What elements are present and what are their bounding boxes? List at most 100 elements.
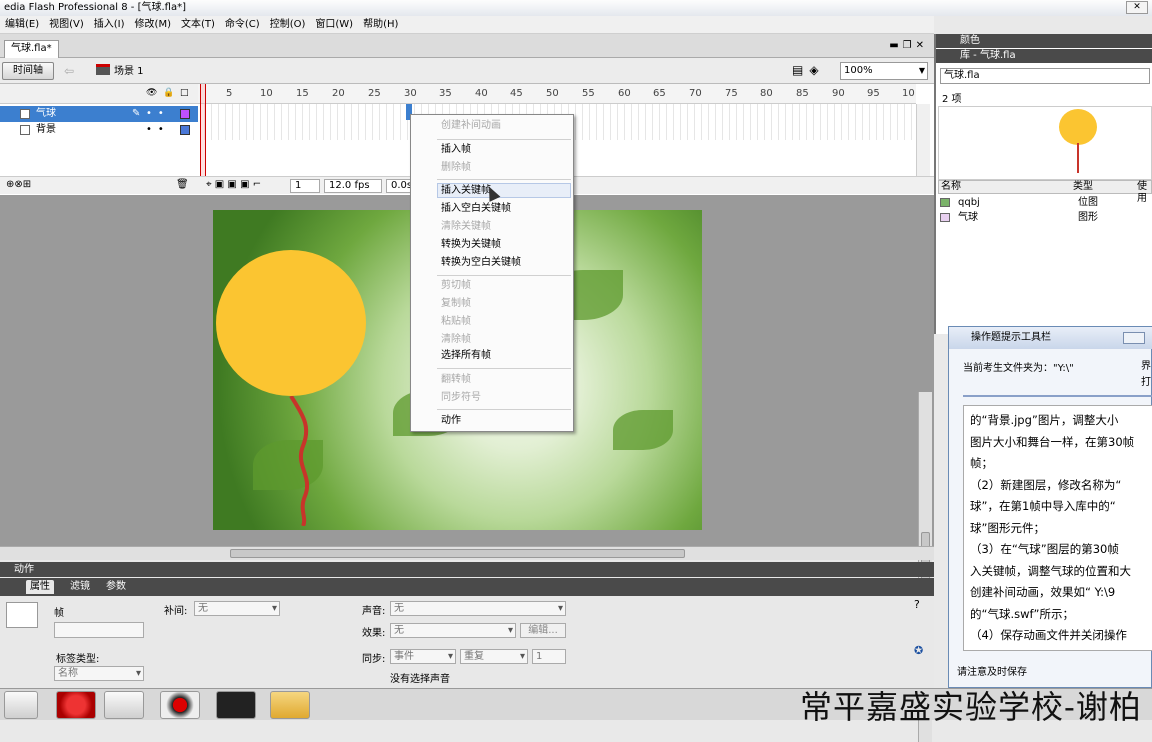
lock-icon[interactable]: 🔒: [163, 88, 174, 98]
menu-edit[interactable]: 编辑(E): [0, 16, 44, 33]
help-footer-note: 请注意及时保存: [957, 667, 1027, 678]
watermark-text: 常平嘉盛实验学校-谢柏: [800, 688, 1142, 726]
layer-row[interactable]: 气球 ✎ ••: [0, 106, 198, 122]
menu-help[interactable]: 帮助(H): [358, 16, 403, 33]
layer-color-swatch[interactable]: [180, 109, 190, 119]
pen-tool-app-icon[interactable]: [104, 691, 144, 719]
menu-window[interactable]: 窗口(W): [310, 16, 358, 33]
layer-icon: [20, 109, 30, 119]
folder-app-icon[interactable]: [270, 691, 310, 719]
timeline-scrollbar[interactable]: [916, 104, 930, 176]
tab-parameters[interactable]: 参数: [102, 580, 130, 594]
library-panel-header[interactable]: 库 - 气球.fla: [936, 49, 1152, 63]
edit-button[interactable]: 编辑...: [520, 623, 566, 638]
frame-name-input[interactable]: [54, 622, 144, 638]
trash-icon[interactable]: 🗑: [176, 179, 189, 190]
back-arrow-icon[interactable]: ⇦: [64, 64, 74, 78]
accessibility-icon[interactable]: ✪: [914, 644, 923, 657]
ruler-number: 70: [689, 88, 702, 99]
menu-item-insert-frame[interactable]: 插入帧: [441, 143, 471, 157]
scroll-thumb[interactable]: [230, 549, 685, 558]
menu-commands[interactable]: 命令(C): [220, 16, 265, 33]
repeat-count-input[interactable]: 1: [532, 649, 566, 664]
record-app-icon[interactable]: [160, 691, 200, 719]
sync-label: 同步:: [362, 654, 386, 665]
menu-item-paste-frames[interactable]: 粘贴帧: [441, 315, 471, 329]
ruler-number: 60: [618, 88, 631, 99]
menu-item-insert-blank-keyframe[interactable]: 插入空白关键帧: [441, 202, 511, 216]
menu-item-convert-to-keyframes[interactable]: 转换为关键帧: [441, 238, 501, 252]
menu-item-create-tween[interactable]: 创建补间动画: [441, 119, 501, 133]
instruction-line: （2）新建图层，修改名称为“: [970, 477, 1122, 492]
chevron-down-icon: ▼: [918, 66, 925, 75]
edit-symbol-icons[interactable]: ▤◈: [792, 63, 825, 77]
timeline-toggle-button[interactable]: 时间轴: [2, 62, 54, 80]
tween-select[interactable]: 无: [194, 601, 280, 616]
sound-select[interactable]: 无: [390, 601, 566, 616]
document-window-controls[interactable]: ▬❐✕: [889, 40, 928, 51]
color-panel-header[interactable]: 颜色: [936, 34, 1152, 48]
tab-filters[interactable]: 滤镜: [66, 580, 94, 594]
outline-icon[interactable]: □: [180, 88, 189, 98]
frame-ruler[interactable]: 5 10 15 20 25 30 35 40 45 50 55 60 65 70…: [198, 84, 916, 104]
menu-separator: [437, 409, 571, 410]
sync-select[interactable]: 事件: [390, 649, 456, 664]
library-select[interactable]: 气球.fla: [940, 68, 1150, 84]
layer-row[interactable]: 背景 ••: [0, 122, 198, 138]
document-tab[interactable]: 气球.fla*: [4, 40, 59, 58]
close-icon[interactable]: ✕: [1126, 1, 1148, 14]
column-name[interactable]: 名称: [941, 181, 961, 193]
stage-horizontal-scrollbar[interactable]: [0, 546, 934, 560]
menu-item-clear-keyframe[interactable]: 清除关键帧: [441, 220, 491, 234]
repeat-select[interactable]: 重复: [460, 649, 528, 664]
add-layer-icon[interactable]: ⊕⊗⊞: [6, 179, 31, 190]
library-item[interactable]: qqbj 位图: [938, 195, 1152, 210]
tween-label: 补间:: [164, 606, 188, 617]
actions-panel-bar[interactable]: 动作: [0, 562, 934, 577]
menu-modify[interactable]: 修改(M): [130, 16, 176, 33]
menu-item-reverse-frames[interactable]: 翻转帧: [441, 373, 471, 387]
camtasia-app-icon[interactable]: [216, 691, 256, 719]
item-name: 气球: [958, 212, 978, 223]
menu-insert[interactable]: 插入(I): [89, 16, 130, 33]
balloon-symbol[interactable]: [216, 250, 366, 396]
eye-icon[interactable]: 👁: [146, 88, 157, 98]
layer-color-swatch[interactable]: [180, 125, 190, 135]
candidate-folder-path: 当前考生文件夹为："Y:\": [963, 363, 1074, 374]
menu-item-copy-frames[interactable]: 复制帧: [441, 297, 471, 311]
window-titlebar: edia Flash Professional 8 - [气球.fla*] ✕: [0, 0, 1152, 16]
layer-toggles[interactable]: ••: [146, 106, 170, 122]
menu-item-select-all-frames[interactable]: 选择所有帧: [441, 349, 491, 363]
ruler-number: 20: [332, 88, 345, 99]
scene-breadcrumb[interactable]: 场景 1: [96, 64, 144, 79]
flash-app-icon[interactable]: [56, 691, 96, 719]
menu-item-synchronize-symbols[interactable]: 同步符号: [441, 391, 481, 405]
label-type-select[interactable]: 名称: [54, 666, 144, 681]
help-window-title: 操作题提示工具栏: [949, 327, 1152, 349]
effect-select[interactable]: 无: [390, 623, 516, 638]
onion-skin-icons[interactable]: ⌖ ▣ ▣ ▣ ⌐: [206, 179, 261, 190]
minimize-icon[interactable]: [1123, 332, 1145, 344]
menu-control[interactable]: 控制(O): [265, 16, 311, 33]
zoom-select[interactable]: 100% ▼: [840, 62, 928, 80]
no-sound-text: 没有选择声音: [390, 674, 450, 685]
menu-item-actions[interactable]: 动作: [441, 414, 461, 428]
help-icon[interactable]: ?: [914, 598, 920, 611]
start-icon[interactable]: [4, 691, 38, 719]
current-frame-field[interactable]: 1: [290, 179, 320, 193]
fps-field[interactable]: 12.0 fps: [324, 179, 382, 193]
menu-item-clear-frames[interactable]: 清除帧: [441, 333, 471, 347]
menu-item-cut-frames[interactable]: 剪切帧: [441, 279, 471, 293]
library-item[interactable]: 气球 图形: [938, 210, 1152, 225]
menu-text[interactable]: 文本(T): [176, 16, 220, 33]
column-type[interactable]: 类型: [1073, 181, 1093, 193]
layer-toggles[interactable]: ••: [146, 122, 170, 138]
menu-view[interactable]: 视图(V): [44, 16, 89, 33]
library-columns: 名称 类型 使用: [938, 180, 1152, 204]
instruction-line: 创建补间动画，效果如“ Y:\9: [970, 585, 1116, 599]
menu-item-remove-frames[interactable]: 删除帧: [441, 161, 471, 175]
menu-item-convert-to-blank-keyframes[interactable]: 转换为空白关键帧: [441, 256, 521, 270]
sound-label: 声音:: [362, 606, 386, 617]
ruler-number: 35: [439, 88, 452, 99]
tab-properties[interactable]: 属性: [26, 580, 54, 594]
